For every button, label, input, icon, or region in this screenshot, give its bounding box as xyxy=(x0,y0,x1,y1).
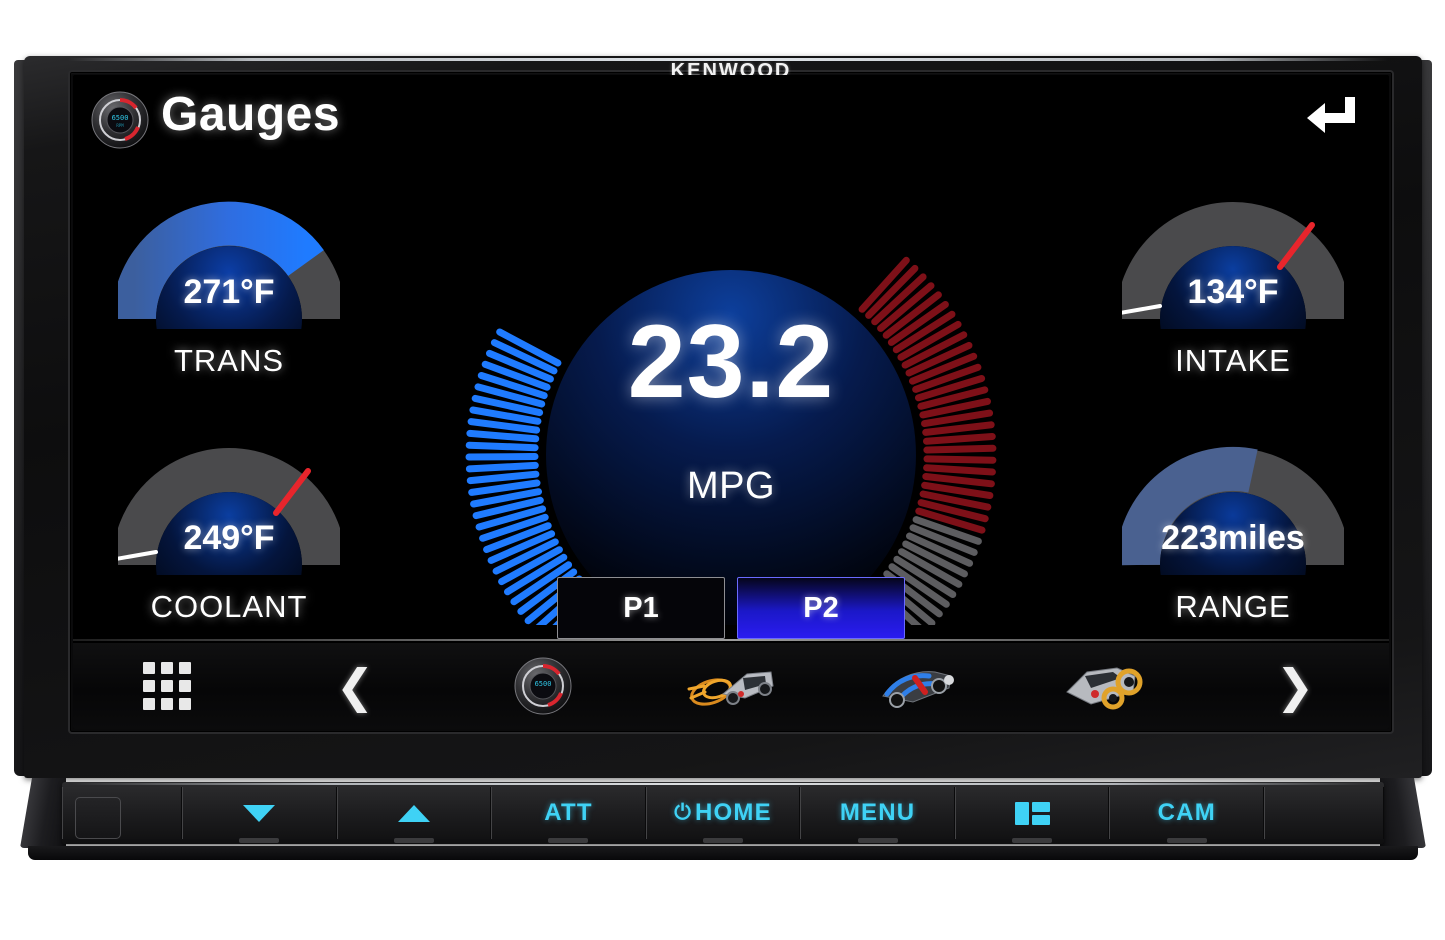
screenshot-stage: KENWOOD 6500 RPM Gauges 271°F TRANS 249°… xyxy=(0,0,1445,940)
key-nub xyxy=(857,838,898,843)
preset-buttons: P1 P2 xyxy=(557,577,905,639)
bottom-nav-bar: ❮ 6500 ❯ xyxy=(73,643,1389,729)
key-cam-label: CAM xyxy=(1157,799,1216,826)
hardware-key-row: ATT ⏻ HOME MENU CAM xyxy=(62,782,1385,844)
gauge-mpg-value: 23.2 xyxy=(627,304,835,420)
key-nub xyxy=(1166,838,1207,843)
triangle-down-icon xyxy=(243,804,276,822)
key-home-label: HOME xyxy=(695,799,772,826)
car-drivetrain-icon xyxy=(882,671,954,708)
right-gauge-column: 134°F INTAKE 223miles RANGE xyxy=(1099,161,1367,653)
key-screen[interactable] xyxy=(954,787,1110,843)
nav-prev-button[interactable]: ❮ xyxy=(261,643,449,729)
nav-apps-button[interactable] xyxy=(73,643,261,729)
grid-apps-icon xyxy=(143,662,191,710)
gauge-trans-label: TRANS xyxy=(173,343,285,378)
nav-next-button[interactable]: ❯ xyxy=(1201,643,1389,729)
svg-text:RPM: RPM xyxy=(116,123,124,128)
gauge-trans-value: 271°F xyxy=(183,273,275,311)
key-menu[interactable]: MENU xyxy=(800,787,955,843)
gauge-mpg[interactable]: 23.2 MPG xyxy=(431,155,1031,721)
gauge-intake-label: INTAKE xyxy=(1175,343,1291,378)
nav-drivetrain-button[interactable] xyxy=(825,643,1013,729)
car-exhaust-icon xyxy=(687,671,774,706)
key-nub xyxy=(393,838,434,843)
chevron-right-icon: ❯ xyxy=(1275,660,1315,712)
gauge-intake-value: 134°F xyxy=(1187,273,1279,311)
key-cam[interactable]: CAM xyxy=(1109,787,1265,843)
screen-header: 6500 RPM Gauges xyxy=(73,75,1389,161)
page-title: Gauges xyxy=(161,88,341,141)
triangle-up-icon xyxy=(397,804,430,822)
svg-text:6500: 6500 xyxy=(112,114,129,122)
preset-p1-button[interactable]: P1 xyxy=(557,577,725,639)
key-nub xyxy=(1012,838,1053,843)
keyrow-cap-right xyxy=(1380,778,1426,848)
key-menu-label: MENU xyxy=(839,799,916,826)
unit-body: KENWOOD 6500 RPM Gauges 271°F TRANS 249°… xyxy=(24,56,1422,778)
chevron-left-icon: ❮ xyxy=(335,660,375,712)
left-gauge-column: 271°F TRANS 249°F COOLANT xyxy=(95,161,363,653)
unit-bottom-lip xyxy=(28,846,1418,860)
preset-p2-button[interactable]: P2 xyxy=(737,577,905,639)
car-brakes-icon xyxy=(1066,667,1143,710)
eject-button[interactable] xyxy=(75,797,121,839)
nav-divider xyxy=(73,639,1389,641)
touch-screen[interactable]: 6500 RPM Gauges 271°F TRANS 249°F COOLAN… xyxy=(73,75,1389,729)
screen-bezel: KENWOOD 6500 RPM Gauges 271°F TRANS 249°… xyxy=(68,60,1394,734)
key-nub xyxy=(548,838,589,843)
gauge-mpg-unit: MPG xyxy=(686,465,776,507)
gauge-coolant-value: 249°F xyxy=(183,519,275,557)
key-blank xyxy=(1264,787,1385,839)
kenwood-head-unit: KENWOOD 6500 RPM Gauges 271°F TRANS 249°… xyxy=(14,56,1432,860)
back-arrow-icon[interactable] xyxy=(1303,89,1369,149)
gauge-coolant-label: COOLANT xyxy=(150,589,308,624)
nav-exhaust-button[interactable] xyxy=(637,643,825,729)
gauge-dial-icon: 6500 RPM xyxy=(91,91,149,149)
svg-text:6500: 6500 xyxy=(535,680,552,688)
gauge-trans[interactable]: 271°F TRANS xyxy=(95,161,363,407)
gauge-dial-icon: 6500 xyxy=(514,657,572,715)
gauge-range[interactable]: 223miles RANGE xyxy=(1099,407,1367,653)
gauge-range-label: RANGE xyxy=(1175,589,1291,624)
key-nub xyxy=(239,838,280,843)
key-home[interactable]: ⏻ HOME xyxy=(645,787,801,843)
key-detach[interactable] xyxy=(62,787,182,839)
keyrow-cap-left xyxy=(20,778,66,848)
nav-brakes-button[interactable] xyxy=(1013,643,1201,729)
gauge-coolant[interactable]: 249°F COOLANT xyxy=(95,407,363,653)
key-att[interactable]: ATT xyxy=(491,787,646,843)
gauge-area: 271°F TRANS 249°F COOLANT 134°F INTAKE 2… xyxy=(73,161,1389,721)
power-icon: ⏻ xyxy=(674,801,693,824)
key-att-label: ATT xyxy=(544,799,593,826)
key-volume-down[interactable] xyxy=(182,787,337,843)
nav-gauges-button[interactable]: 6500 xyxy=(449,643,637,729)
gauge-intake[interactable]: 134°F INTAKE xyxy=(1099,161,1367,407)
key-volume-up[interactable] xyxy=(336,787,492,843)
gauge-range-value: 223miles xyxy=(1161,519,1305,557)
screen-layout-icon xyxy=(1014,801,1050,825)
key-nub xyxy=(703,838,744,843)
